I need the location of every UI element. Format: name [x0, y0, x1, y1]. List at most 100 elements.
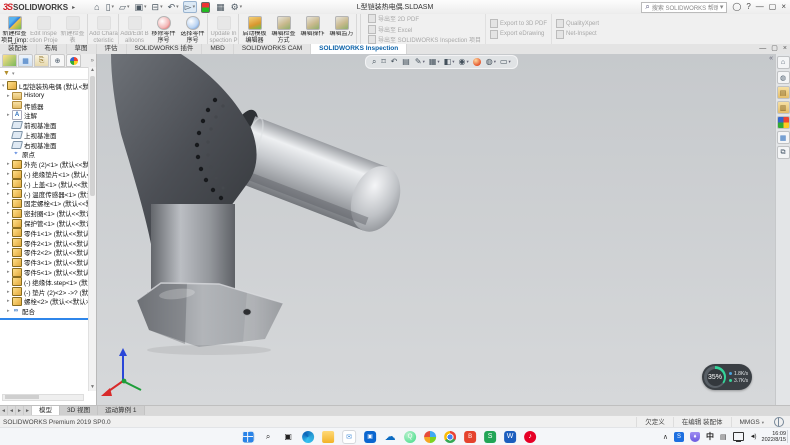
doc-close-button[interactable]: ×	[783, 44, 787, 54]
file-explorer-icon[interactable]	[322, 431, 334, 443]
tree-item[interactable]: ▸ 密封圈<1> (默认<<默认>_显示状	[0, 208, 96, 218]
chrome-icon[interactable]	[444, 431, 456, 443]
displaymanager-tab[interactable]	[66, 54, 81, 67]
tree-item[interactable]: ▸ 外壳 (2)<1> (默认<<默认>_显示状	[0, 159, 96, 169]
undo-icon[interactable]: ↶ ▾	[167, 2, 180, 12]
solidworks-resources-icon[interactable]: ◍	[777, 71, 790, 84]
export-menu-item[interactable]: Export eDrawing	[490, 30, 547, 39]
tree-item[interactable]: ▸ 螺栓<2> (默认<<默认>_显示状态	[0, 297, 96, 307]
update-inspection-project-button[interactable]: Update Inspection Project	[209, 14, 239, 44]
mail-icon[interactable]: ✉	[342, 430, 356, 444]
tray-security-shield-icon[interactable]: ♦	[690, 432, 700, 442]
tree-item[interactable]: ▸ 零件2<2> (默认<<默认>_显示状态	[0, 248, 96, 258]
export-menu-item[interactable]: QualityXpert	[556, 19, 599, 28]
tree-item[interactable]: ▸ 零件2<1> (默认<<默认>_显示状态	[0, 238, 96, 248]
tree-item[interactable]: ▸ 保护管<1> (默认<<默认>_显示状	[0, 218, 96, 228]
edit-inspection-project-button[interactable]: Edit Inspection Project	[29, 14, 58, 44]
doc-restore-button[interactable]: ▢	[771, 44, 778, 54]
panel-splitter[interactable]	[0, 318, 96, 320]
ribbon-tab[interactable]: 评估	[97, 44, 127, 54]
search-icon[interactable]: ⌕	[262, 431, 274, 443]
custom-properties-icon[interactable]: ▦	[777, 131, 790, 144]
edit-operation-button[interactable]: 编辑操作	[298, 14, 327, 44]
previous-view-icon[interactable]: ↶	[391, 57, 399, 67]
ribbon-tab[interactable]: 装配体	[0, 44, 37, 54]
new-inspection-project-button[interactable]: 新建检查项目 (imp:预)	[0, 14, 29, 44]
tree-filter-row[interactable]: ▼ ▾	[0, 68, 96, 80]
preview-pane-icon[interactable]: ⧉	[777, 146, 790, 159]
tree-item[interactable]: ▸ (-) 温度传感器<1> (默认<<默认>_	[0, 189, 96, 199]
panel-tabs-overflow-icon[interactable]: »	[91, 58, 94, 64]
export-menu-item[interactable]: 导出至 Excel	[368, 25, 481, 34]
apply-scene-icon[interactable]: ◍ ▾	[486, 57, 496, 67]
tree-item[interactable]: ▸ ∞ 配合	[0, 306, 96, 316]
zoom-area-icon[interactable]: ⌑	[381, 57, 386, 67]
edit-appearance-icon[interactable]	[473, 58, 482, 66]
home-icon[interactable]: ⌂	[93, 2, 101, 12]
doc-minimize-button[interactable]: —	[759, 44, 766, 54]
tree-item[interactable]: ▸ A 注解	[0, 110, 96, 120]
print-icon[interactable]: ⊟ ▾	[151, 2, 164, 12]
tree-root-item[interactable]: ▾ L型铠装热电偶 (默认<默认_显示状态-1	[0, 81, 96, 91]
tray-chevron-up-icon[interactable]: ∧	[663, 433, 668, 441]
tree-item[interactable]: ▸ 零件5<1> (默认<<默认>_显示状态	[0, 267, 96, 277]
display-icon[interactable]	[733, 432, 744, 441]
add-edit-balloons-button[interactable]: Add/Edit Balloons	[120, 14, 149, 44]
tree-horizontal-scrollbar[interactable]	[2, 394, 84, 401]
select-icon[interactable]: ▻ ▾	[183, 1, 197, 13]
add-characteristic-button[interactable]: Add Characteristic	[89, 14, 119, 44]
volume-icon[interactable]: ◄)	[750, 434, 756, 440]
tree-item[interactable]: ▸ 固定螺栓<1> (默认<<默认>_显示	[0, 199, 96, 209]
tree-item[interactable]: 前视基准面	[0, 120, 96, 130]
help-icon[interactable]: ?	[746, 1, 750, 13]
ribbon-tab[interactable]: 布局	[37, 44, 67, 54]
green-app-icon[interactable]: Q	[404, 431, 416, 443]
export-menu-item[interactable]: Net-Inspect	[556, 30, 599, 39]
featuremanager-tree-tab[interactable]	[2, 54, 17, 67]
file-explorer-pane-icon[interactable]: ▥	[777, 101, 790, 114]
tree-vertical-scrollbar[interactable]: ▲ ▼	[88, 67, 96, 391]
zoom-fit-icon[interactable]: ⌕	[372, 57, 377, 67]
design-library-icon[interactable]: ▤	[777, 86, 790, 99]
options-icon[interactable]: ⚙ ▾	[230, 2, 244, 12]
bom-icon[interactable]: ▦	[215, 2, 227, 12]
start-button[interactable]	[242, 431, 254, 443]
reader-app-icon[interactable]: B	[464, 431, 476, 443]
minimize-button[interactable]: —	[756, 1, 764, 13]
launch-template-editor-button[interactable]: 启动模板编辑器	[240, 14, 269, 44]
hide-show-items-icon[interactable]: ◉ ▾	[458, 57, 468, 67]
menu-expand-icon[interactable]: ▸	[72, 4, 75, 11]
export-menu-item[interactable]: Export to 3D PDF	[490, 19, 547, 28]
tree-item[interactable]: ▸ 零件1<1> (默认<<默认>_显示状态	[0, 228, 96, 238]
ime-language-indicator[interactable]: 中	[706, 431, 714, 442]
touch-keyboard-icon[interactable]: ▤	[720, 433, 727, 441]
new-file-icon[interactable]: ▯ ▾	[105, 2, 115, 12]
annotation-visibility-icon[interactable]: ✎ ▾	[415, 57, 425, 67]
display-style-icon[interactable]: ◧ ▾	[444, 57, 455, 67]
view-settings-icon[interactable]: ▭ ▾	[500, 57, 511, 67]
tree-item[interactable]: ▸ (-) 绝缘体.step<1> (默认<<默认	[0, 277, 96, 287]
tree-item[interactable]: ▸ (-) 垫片 (2)<2> ->? (默认<<默认	[0, 287, 96, 297]
taskpane-home-icon[interactable]: ⌂	[777, 56, 790, 69]
export-menu-item[interactable]: 导出至 SOLIDWORKS Inspection 项目	[368, 35, 481, 44]
scrollbar-thumb[interactable]	[90, 76, 95, 196]
task-view-icon[interactable]: ▣	[282, 431, 294, 443]
save-icon[interactable]: ▣ ▾	[133, 2, 147, 12]
dimxpertmanager-tab[interactable]: ⊕	[50, 54, 65, 67]
ribbon-tab[interactable]: SOLIDWORKS Inspection	[311, 44, 407, 54]
tree-item[interactable]: 上视基准面	[0, 130, 96, 140]
tree-item[interactable]: ▸ (-) 绝缘垫片<1> (默认<<默认>_显	[0, 169, 96, 179]
tree-item[interactable]: 右视基准面	[0, 140, 96, 150]
music-app-icon[interactable]: ♪	[524, 431, 536, 443]
tray-ime-app-icon[interactable]: S	[674, 432, 684, 442]
model-3d-thermocouple[interactable]	[97, 54, 776, 405]
search-caret-icon[interactable]: ▾	[720, 3, 724, 11]
network-speed-widget[interactable]: 35% 1.8K/s 3.7K/s	[702, 364, 752, 390]
new-inspection-sheet-button[interactable]: 新建检查表	[58, 14, 88, 44]
tree-item[interactable]: ▸ (-) 上盖<1> (默认<<默认>_显示状	[0, 179, 96, 189]
section-view-icon[interactable]: ▤	[402, 57, 411, 67]
status-globe-icon[interactable]	[774, 417, 784, 427]
tree-item[interactable]: ▸ History	[0, 91, 96, 101]
rebuild-icon[interactable]: ●	[200, 2, 212, 13]
ribbon-tab[interactable]: SOLIDWORKS CAM	[234, 44, 311, 54]
